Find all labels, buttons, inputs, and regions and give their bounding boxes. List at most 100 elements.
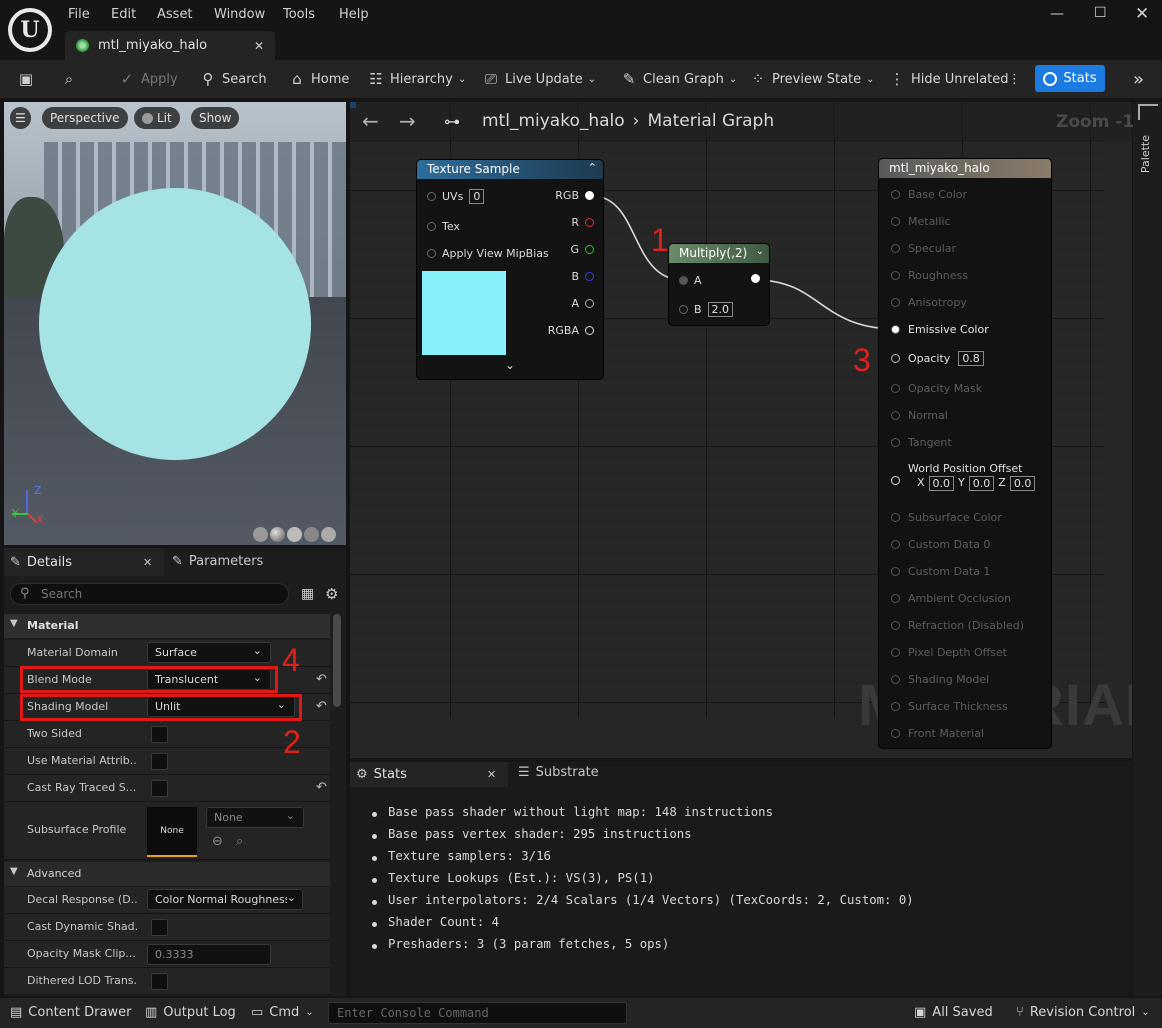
pin-label: Custom Data 0 [908,538,991,551]
all-saved-button[interactable]: ▣ All Saved [914,1005,993,1020]
pin-label: Apply View MipBias [442,247,549,260]
pin-opacity[interactable]: Opacity 0.8 [891,351,984,366]
pin-in-a[interactable]: A [679,274,702,287]
pin-normal[interactable]: Normal [891,409,948,422]
node-header: mtl_miyako_halo [879,159,1051,178]
stat-line: Shader Count: 4 [388,915,500,929]
pin-label: Emissive Color [908,323,989,336]
close-stats-icon[interactable]: ✕ [487,768,496,781]
output-log-button[interactable]: ▥ Output Log [145,1005,236,1020]
pin-label: Specular [908,242,957,255]
pin-anisotropy[interactable]: Anisotropy [891,296,967,309]
pin-label: RGBA [547,324,579,337]
pin-shading-model[interactable]: Shading Model [891,673,989,686]
palette-tab[interactable]: Palette [1139,135,1152,173]
pin-emissive-color[interactable]: Emissive Color [891,323,989,336]
pin-dot [427,222,436,231]
pin-specular[interactable]: Specular [891,242,956,255]
pin-dot [891,476,900,485]
pin-dot [585,326,594,335]
collapse-icon[interactable]: ⌃ [588,161,597,174]
pin-out-r[interactable]: R [571,216,594,229]
pin-label: Ambient Occlusion [908,592,1012,605]
cmd-button[interactable]: ▭ Cmd ⌄ [251,1005,314,1020]
pin-out-rgb[interactable]: RGB [555,189,594,202]
pin-uvs[interactable]: UVs 0 [427,189,485,204]
pin-dot [585,299,594,308]
wpo-z-value[interactable]: 0.0 [1009,476,1036,491]
wpo-y-value[interactable]: 0.0 [968,476,995,491]
log-icon: ▥ [145,1005,158,1020]
pin-out-b[interactable]: B [571,270,594,283]
pin-label: G [570,243,579,256]
bullet-icon [372,878,377,883]
chevron-down-icon[interactable]: ⌄ [756,246,764,257]
pin-roughness[interactable]: Roughness [891,269,968,282]
pin-out-multiply[interactable] [751,274,760,283]
bullet-icon [372,856,377,861]
pin-label: RGB [555,189,579,202]
pin-pixel-depth-offset[interactable]: Pixel Depth Offset [891,646,1007,659]
annotation-1: 1 [651,222,669,258]
pin-dot [891,513,900,522]
substrate-icon: ☰ [518,765,530,780]
material-result-node[interactable]: mtl_miyako_halo Base Color Metallic Spec… [879,159,1051,748]
pin-tex[interactable]: Tex [427,220,460,233]
content-drawer-button[interactable]: ▤ Content Drawer [10,1005,131,1020]
b-value[interactable]: 2.0 [707,302,734,317]
output-log-label: Output Log [163,1005,236,1020]
pin-surface-thickness[interactable]: Surface Thickness [891,700,1008,713]
pin-ambient-occlusion[interactable]: Ambient Occlusion [891,592,1011,605]
pin-dot [585,191,594,200]
uvs-value[interactable]: 0 [469,189,485,204]
bullet-icon [372,900,377,905]
pin-dot [679,305,688,314]
multiply-node[interactable]: Multiply(,2) ⌄ A B 2.0 [669,244,769,325]
pin-refraction[interactable]: Refraction (Disabled) [891,619,1024,632]
pin-label: R [571,216,579,229]
annotation-3: 3 [853,342,871,378]
console-input[interactable]: Enter Console Command [328,1002,627,1024]
pin-metallic[interactable]: Metallic [891,215,951,228]
pin-subsurface-color[interactable]: Subsurface Color [891,511,1002,524]
pin-label: Shading Model [908,673,990,686]
pin-in-b[interactable]: B 2.0 [679,302,734,317]
stats-tab-label: Stats [373,767,407,782]
pin-opacity-mask[interactable]: Opacity Mask [891,382,982,395]
content-drawer-label: Content Drawer [28,1005,132,1020]
texture-sample-node[interactable]: Texture Sample ⌃ UVs 0 Tex Apply View MipB… [417,160,603,379]
pin-dot [891,244,900,253]
expand-node-icon[interactable]: ⌄ [505,358,515,372]
wire-multiply-to-emissive [755,279,898,330]
pin-out-g[interactable]: G [570,243,594,256]
node-header: Texture Sample ⌃ [417,160,603,179]
pin-out-rgba[interactable]: RGBA [548,324,594,337]
opacity-value[interactable]: 0.8 [958,351,984,366]
pin-custom-data-0[interactable]: Custom Data 0 [891,538,990,551]
wpo-y-label: Y [958,476,965,489]
save-status-icon: ▣ [914,1005,927,1020]
pin-label: Tex [442,220,460,233]
wpo-x-label: X [917,476,925,489]
bullet-icon [372,834,377,839]
pin-custom-data-1[interactable]: Custom Data 1 [891,565,990,578]
stat-line: Texture samplers: 3/16 [388,849,551,863]
pin-dot [891,702,900,711]
pin-dot [891,217,900,226]
node-title: mtl_miyako_halo [889,161,990,175]
pin-dot [891,298,900,307]
pin-mipbias[interactable]: Apply View MipBias [427,247,549,260]
pin-tangent[interactable]: Tangent [891,436,952,449]
pin-front-material[interactable]: Front Material [891,727,984,740]
pin-base-color[interactable]: Base Color [891,188,967,201]
node-title: Multiply(,2) [679,246,748,260]
tab-stats[interactable]: ⚙ Stats ✕ [350,762,508,787]
pin-dot [891,675,900,684]
tab-substrate[interactable]: ☰ Substrate [518,765,599,780]
pin-out-a[interactable]: A [571,297,594,310]
wpo-x-value[interactable]: 0.0 [928,476,955,491]
bullet-icon [372,812,377,817]
cmd-label: Cmd [269,1005,300,1020]
console-placeholder: Enter Console Command [337,1006,489,1020]
revision-control-button[interactable]: ⑂ Revision Control ⌄ [1016,1005,1150,1020]
